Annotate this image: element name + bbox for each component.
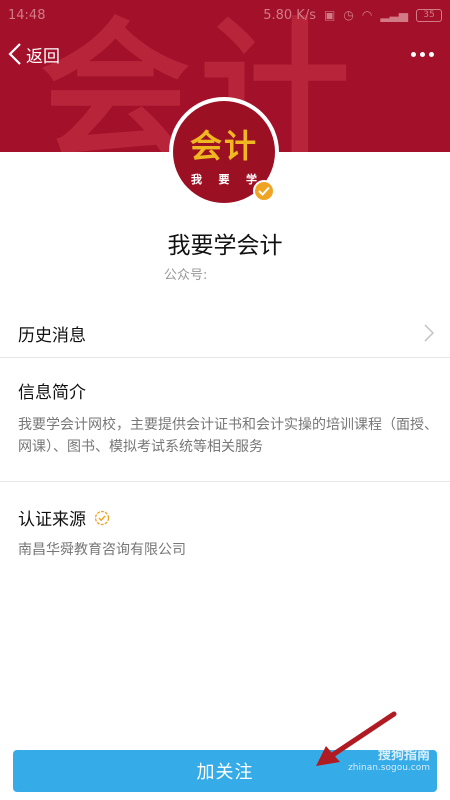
status-indicators: 5.80 K/s ▣ ◷ ◠ ▂▃▅ 35 (263, 8, 442, 23)
more-options-icon[interactable] (405, 46, 440, 63)
certification-title: 认证来源 (18, 505, 110, 530)
nav-bar: 返回 (0, 34, 450, 74)
status-time: 14:48 (8, 7, 46, 23)
avatar-sub-text: 我 要 学 (191, 173, 257, 186)
battery-icon: 35 (416, 8, 442, 22)
alarm-icon: ◷ (343, 8, 354, 22)
certification-label: 认证来源 (18, 510, 86, 530)
history-messages-label: 历史消息 (18, 325, 86, 346)
intro-text: 我要学会计网校，主要提供会计证书和会计实操的培训课程（面授、网课）、图书、模拟考… (18, 417, 438, 455)
back-label: 返回 (26, 46, 60, 67)
hd-icon: ▣ (324, 8, 336, 22)
chevron-right-icon (424, 324, 434, 342)
intro-title: 信息简介 (18, 383, 86, 403)
watermark: 搜狗指南 zhinan.sogou.com (348, 744, 430, 773)
watermark-brand: 搜狗指南 (377, 748, 430, 763)
history-messages-row[interactable]: 历史消息 (0, 310, 450, 356)
divider (0, 357, 450, 358)
certification-source: 南昌华舜教育咨询有限公司 (18, 542, 186, 558)
chevron-left-icon (8, 43, 21, 65)
verified-icon (94, 510, 110, 525)
wifi-icon: ◠ (361, 8, 373, 22)
signal-icon: ▂▃▅ (380, 8, 408, 22)
back-button[interactable]: 返回 (8, 42, 60, 67)
account-id-label: 公众号: (164, 268, 208, 283)
account-name: 我要学会计 (167, 233, 283, 259)
watermark-url: zhinan.sogou.com (348, 763, 430, 773)
avatar-main-text: 会计 (189, 127, 258, 165)
verified-badge-icon (253, 180, 275, 202)
divider (0, 481, 450, 482)
network-speed: 5.80 K/s (263, 7, 316, 23)
status-bar: 14:48 5.80 K/s ▣ ◷ ◠ ▂▃▅ 35 (0, 0, 450, 30)
